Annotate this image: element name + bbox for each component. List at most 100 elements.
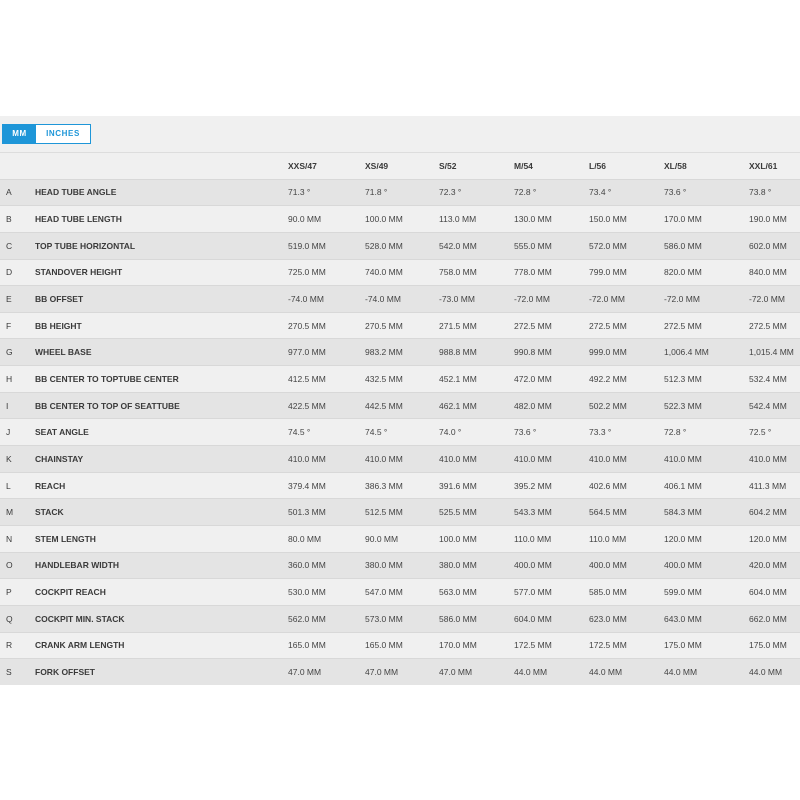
row-value: 840.0 MM <box>749 267 787 278</box>
row-value: 90.0 MM <box>288 214 322 225</box>
row-value: 1,006.4 MM <box>664 347 709 358</box>
row-value: 977.0 MM <box>288 347 326 358</box>
row-value: 573.0 MM <box>365 613 403 624</box>
table-row: O HANDLEBAR WIDTH 360.0 MM 380.0 MM 380.0 MM… <box>0 552 800 579</box>
row-letter: F <box>6 320 12 331</box>
row-value: -73.0 MM <box>439 294 475 305</box>
row-value: 71.8 ° <box>365 187 388 198</box>
row-name: HANDLEBAR WIDTH <box>35 560 120 571</box>
row-value: 564.5 MM <box>589 507 627 518</box>
row-value: 271.5 MM <box>439 320 477 331</box>
row-value: 412.5 MM <box>288 373 326 384</box>
row-letter: I <box>6 400 9 411</box>
row-letter: A <box>6 187 12 198</box>
row-value: 165.0 MM <box>365 640 403 651</box>
geometry-panel: MM INCHES XXS/47 XS/49 S/52 M/54 L/56 XL… <box>0 116 800 685</box>
row-name: HEAD TUBE ANGLE <box>35 187 117 198</box>
row-value: 542.0 MM <box>439 240 477 251</box>
row-value: -72.0 MM <box>749 294 785 305</box>
row-value: 643.0 MM <box>664 613 702 624</box>
row-letter: Q <box>6 613 13 624</box>
row-value: 599.0 MM <box>664 587 702 598</box>
table-row: G WHEEL BASE 977.0 MM 983.2 MM 988.8 MM 990.8… <box>0 338 800 366</box>
row-name: CHAINSTAY <box>35 453 84 464</box>
size-header: XL/58 <box>664 152 749 180</box>
row-letter: O <box>6 560 13 571</box>
inches-unit-button[interactable]: INCHES <box>36 125 90 143</box>
row-value: 586.0 MM <box>664 240 702 251</box>
header-name <box>35 152 288 180</box>
row-letter: L <box>6 480 11 491</box>
row-value: 44.0 MM <box>514 666 548 677</box>
header-letter <box>0 152 35 180</box>
row-value: 542.4 MM <box>749 400 787 411</box>
row-value: 90.0 MM <box>365 533 399 544</box>
row-value: 71.3 ° <box>288 187 311 198</box>
row-value: 462.1 MM <box>439 400 477 411</box>
row-value: 270.5 MM <box>288 320 326 331</box>
row-value: 44.0 MM <box>749 666 783 677</box>
row-value: 150.0 MM <box>589 214 627 225</box>
size-header: M/54 <box>514 152 589 180</box>
row-value: 602.0 MM <box>749 240 787 251</box>
row-name: WHEEL BASE <box>35 347 92 358</box>
row-value: 586.0 MM <box>439 613 477 624</box>
mm-unit-button[interactable]: MM <box>3 125 36 143</box>
row-value: 410.0 MM <box>365 453 403 464</box>
row-name: STEM LENGTH <box>35 533 96 544</box>
row-value: 120.0 MM <box>749 533 787 544</box>
row-value: 410.0 MM <box>664 453 702 464</box>
row-value: 380.0 MM <box>439 560 477 571</box>
row-value: 410.0 MM <box>288 453 326 464</box>
row-value: 73.4 ° <box>589 187 612 198</box>
row-letter: H <box>6 373 13 384</box>
row-value: 72.8 ° <box>514 187 537 198</box>
row-name: BB HEIGHT <box>35 320 82 331</box>
row-value: 988.8 MM <box>439 347 477 358</box>
row-value: 74.5 ° <box>365 427 388 438</box>
row-value: 44.0 MM <box>664 666 698 677</box>
row-name: SEAT ANGLE <box>35 427 89 438</box>
row-name: COCKPIT REACH <box>35 587 106 598</box>
row-value: 525.5 MM <box>439 507 477 518</box>
row-value: 563.0 MM <box>439 587 477 598</box>
row-value: 532.4 MM <box>749 373 787 384</box>
row-value: 72.8 ° <box>664 427 687 438</box>
row-name: STANDOVER HEIGHT <box>35 267 123 278</box>
row-value: -72.0 MM <box>589 294 625 305</box>
row-name: COCKPIT MIN. STACK <box>35 613 125 624</box>
row-value: 662.0 MM <box>749 613 787 624</box>
row-letter: P <box>6 587 12 598</box>
row-value: 758.0 MM <box>439 267 477 278</box>
row-value: 432.5 MM <box>365 373 403 384</box>
row-letter: J <box>6 427 11 438</box>
row-value: 74.0 ° <box>439 427 462 438</box>
row-value: 165.0 MM <box>288 640 326 651</box>
row-value: 270.5 MM <box>365 320 403 331</box>
row-value: 512.3 MM <box>664 373 702 384</box>
row-value: 386.3 MM <box>365 480 403 491</box>
row-value: 400.0 MM <box>664 560 702 571</box>
row-value: 72.5 ° <box>749 427 772 438</box>
row-value: 420.0 MM <box>749 560 787 571</box>
row-value: 604.0 MM <box>749 587 787 598</box>
row-letter: K <box>6 453 12 464</box>
row-value: 502.2 MM <box>589 400 627 411</box>
table-row: N STEM LENGTH 80.0 MM 90.0 MM 100.0 MM 110.0 … <box>0 525 800 553</box>
row-value: 172.5 MM <box>589 640 627 651</box>
row-value: 73.6 ° <box>514 427 537 438</box>
row-value: 482.0 MM <box>514 400 552 411</box>
row-value: 555.0 MM <box>514 240 552 251</box>
row-name: STACK <box>35 507 64 518</box>
row-value: 100.0 MM <box>439 533 477 544</box>
table-row: Q COCKPIT MIN. STACK 562.0 MM 573.0 MM 586.0… <box>0 605 800 633</box>
row-value: 983.2 MM <box>365 347 403 358</box>
row-value: 562.0 MM <box>288 613 326 624</box>
table-row: J SEAT ANGLE 74.5 ° 74.5 ° 74.0 ° 73.6 ° 73.3 … <box>0 418 800 446</box>
row-name: BB CENTER TO TOPTUBE CENTER <box>35 373 179 384</box>
row-value: 395.2 MM <box>514 480 552 491</box>
row-value: 130.0 MM <box>514 214 552 225</box>
row-value: -74.0 MM <box>365 294 401 305</box>
row-value: 547.0 MM <box>365 587 403 598</box>
row-letter: N <box>6 533 13 544</box>
